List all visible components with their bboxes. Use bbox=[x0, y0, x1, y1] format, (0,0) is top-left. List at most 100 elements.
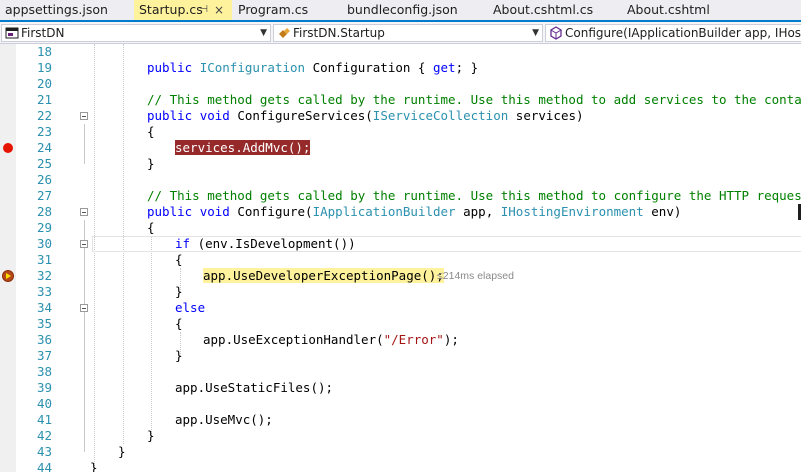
code-text: app.UseExceptionHandler("/Error"); bbox=[203, 332, 459, 347]
code-line: 31 { bbox=[0, 252, 801, 268]
code-text: public void Configure(IApplicationBuilde… bbox=[147, 204, 682, 219]
line-number: 33 bbox=[36, 284, 52, 299]
line-number: 23 bbox=[36, 124, 52, 139]
line-number: 30 bbox=[36, 236, 52, 251]
line-number: 37 bbox=[36, 348, 52, 363]
code-line: 21 // This method gets called by the run… bbox=[0, 92, 801, 108]
code-text: else bbox=[175, 300, 206, 315]
code-text: { bbox=[147, 220, 155, 235]
code-comment: // This method gets called by the runtim… bbox=[147, 92, 801, 107]
tab-about-cshtml[interactable]: About.cshtml bbox=[622, 0, 742, 20]
tab-label: About.cshtml bbox=[627, 2, 710, 17]
code-line: 40 bbox=[0, 396, 801, 412]
line-number: 27 bbox=[36, 188, 52, 203]
code-text: } bbox=[90, 460, 98, 472]
code-line: 19 public IConfiguration Configuration {… bbox=[0, 60, 801, 76]
chevron-down-icon: ▼ bbox=[532, 28, 539, 38]
project-name: FirstDN bbox=[21, 26, 65, 40]
line-number: 29 bbox=[36, 220, 52, 235]
code-line: 27 // This method gets called by the run… bbox=[0, 188, 801, 204]
code-line: 39 app.UseStaticFiles(); bbox=[0, 380, 801, 396]
member-name: Configure(IApplicationBuilder app, IHost… bbox=[565, 26, 801, 40]
type-name: FirstDN.Startup bbox=[293, 26, 385, 40]
code-line: 44 } bbox=[0, 460, 801, 472]
line-number: 35 bbox=[36, 316, 52, 331]
collapse-icon[interactable] bbox=[80, 304, 88, 312]
tab-bundleconfig-json[interactable]: bundleconfig.json bbox=[342, 0, 487, 20]
close-icon[interactable]: × bbox=[214, 0, 224, 20]
code-line: 20 bbox=[0, 76, 801, 92]
line-number: 21 bbox=[36, 92, 52, 107]
breakpoint-icon[interactable] bbox=[3, 143, 13, 153]
tab-program-cs[interactable]: Program.cs bbox=[233, 0, 341, 20]
code-text: services.AddMvc(); bbox=[175, 140, 311, 156]
document-tab-strip: appsettings.json Startup.cs ⊣ × Program.… bbox=[0, 0, 801, 22]
line-number: 25 bbox=[36, 156, 52, 171]
code-text: } bbox=[175, 348, 183, 363]
code-comment: // This method gets called by the runtim… bbox=[147, 188, 801, 203]
tab-label: appsettings.json bbox=[5, 2, 108, 17]
collapse-icon[interactable] bbox=[80, 208, 88, 216]
code-line: 42 } bbox=[0, 428, 801, 444]
code-line: 30 if (env.IsDevelopment()) bbox=[0, 236, 801, 252]
current-statement-highlight: app.UseDeveloperExceptionPage(); bbox=[203, 268, 444, 283]
code-line: 43 } bbox=[0, 444, 801, 460]
line-number: 42 bbox=[36, 428, 52, 443]
line-number: 41 bbox=[36, 412, 52, 427]
code-line: 22 public void ConfigureServices(IServic… bbox=[0, 108, 801, 124]
code-text: { bbox=[175, 316, 183, 331]
code-line: 24 services.AddMvc(); bbox=[0, 140, 801, 156]
tab-about-cshtml-cs[interactable]: About.cshtml.cs bbox=[488, 0, 621, 20]
collapse-icon[interactable] bbox=[80, 240, 88, 248]
code-text: { bbox=[175, 252, 183, 267]
code-line: 34 else bbox=[0, 300, 801, 316]
tab-label: Program.cs bbox=[238, 2, 309, 17]
code-line: 38 bbox=[0, 364, 801, 380]
line-number: 20 bbox=[36, 76, 52, 91]
collapse-icon[interactable] bbox=[80, 112, 88, 120]
code-text: } bbox=[175, 284, 183, 299]
code-text: app.UseDeveloperExceptionPage(); bbox=[203, 268, 444, 284]
code-text: } bbox=[118, 444, 126, 459]
line-number: 39 bbox=[36, 380, 52, 395]
instruction-pointer-icon[interactable] bbox=[2, 270, 14, 282]
pin-icon[interactable]: ⊣ bbox=[199, 0, 208, 20]
line-number: 22 bbox=[36, 108, 52, 123]
type-dropdown[interactable]: FirstDN.Startup ▼ bbox=[273, 24, 543, 42]
code-line: 41 app.UseMvc(); bbox=[0, 412, 801, 428]
code-text: app.UseStaticFiles(); bbox=[175, 380, 334, 395]
code-text: { bbox=[147, 124, 155, 139]
csharp-project-icon bbox=[5, 27, 19, 39]
code-editor[interactable]: 18 19 public IConfiguration Configuratio… bbox=[0, 44, 801, 472]
breakpoint-highlight: services.AddMvc(); bbox=[175, 140, 311, 155]
code-text: } bbox=[147, 428, 155, 443]
code-text: if (env.IsDevelopment()) bbox=[175, 236, 356, 251]
line-number: 18 bbox=[36, 44, 52, 59]
tab-label: About.cshtml.cs bbox=[493, 2, 594, 17]
code-line: 29 { bbox=[0, 220, 801, 236]
method-icon bbox=[550, 26, 562, 40]
line-number: 31 bbox=[36, 252, 52, 267]
line-number: 38 bbox=[36, 364, 52, 379]
code-line: 23 { bbox=[0, 124, 801, 140]
code-line: 18 bbox=[0, 44, 801, 60]
line-number: 40 bbox=[36, 396, 52, 411]
code-text: public IConfiguration Configuration { ge… bbox=[147, 60, 479, 75]
line-number: 24 bbox=[36, 140, 52, 155]
code-line: 25 } bbox=[0, 156, 801, 172]
code-line: 28 public void Configure(IApplicationBui… bbox=[0, 204, 801, 220]
chevron-down-icon: ▼ bbox=[260, 28, 267, 38]
code-line: 37 } bbox=[0, 348, 801, 364]
code-line: 33 } bbox=[0, 284, 801, 300]
member-dropdown[interactable]: Configure(IApplicationBuilder app, IHost… bbox=[545, 24, 801, 42]
code-text: } bbox=[147, 156, 155, 171]
code-line: 26 bbox=[0, 172, 801, 188]
tab-startup-cs[interactable]: Startup.cs ⊣ × bbox=[134, 0, 232, 20]
line-number: 19 bbox=[36, 60, 52, 75]
project-dropdown[interactable]: FirstDN ▼ bbox=[1, 24, 271, 42]
line-number: 36 bbox=[36, 332, 52, 347]
class-icon bbox=[279, 28, 290, 38]
perftip-elapsed[interactable]: ≤214ms elapsed bbox=[437, 268, 514, 284]
line-number: 26 bbox=[36, 172, 52, 187]
tab-appsettings-json[interactable]: appsettings.json bbox=[0, 0, 130, 20]
